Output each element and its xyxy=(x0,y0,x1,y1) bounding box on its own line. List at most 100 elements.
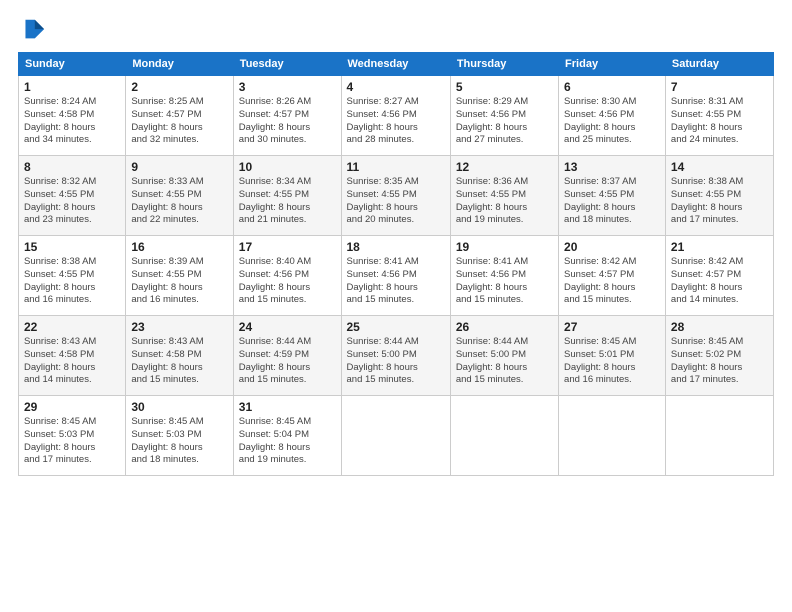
day-info: Sunrise: 8:45 AMSunset: 5:03 PMDaylight:… xyxy=(131,416,227,467)
calendar-week-1: 1 Sunrise: 8:24 AMSunset: 4:58 PMDaylight… xyxy=(19,76,774,156)
day-info: Sunrise: 8:25 AMSunset: 4:57 PMDaylight:… xyxy=(131,96,227,147)
day-number: 17 xyxy=(239,240,336,254)
calendar-body: 1 Sunrise: 8:24 AMSunset: 4:58 PMDaylight… xyxy=(19,76,774,476)
day-info: Sunrise: 8:45 AMSunset: 5:01 PMDaylight:… xyxy=(564,336,660,387)
day-info: Sunrise: 8:35 AMSunset: 4:55 PMDaylight:… xyxy=(347,176,445,227)
calendar-cell: 26Sunrise: 8:44 AMSunset: 5:00 PMDayligh… xyxy=(450,316,558,396)
day-number: 5 xyxy=(456,80,553,94)
calendar-cell: 9 Sunrise: 8:33 AMSunset: 4:55 PMDaylight… xyxy=(126,156,233,236)
day-number: 3 xyxy=(239,80,336,94)
logo xyxy=(18,16,50,44)
calendar-cell: 16 Sunrise: 8:39 AMSunset: 4:55 PMDayligh… xyxy=(126,236,233,316)
day-info: Sunrise: 8:45 AMSunset: 5:02 PMDaylight:… xyxy=(671,336,768,387)
day-info: Sunrise: 8:39 AMSunset: 4:55 PMDaylight:… xyxy=(131,256,227,307)
calendar-cell: 29 Sunrise: 8:45 AMSunset: 5:03 PMDayligh… xyxy=(19,396,126,476)
calendar-cell xyxy=(450,396,558,476)
calendar-cell: 7 Sunrise: 8:31 AMSunset: 4:55 PMDaylight… xyxy=(665,76,773,156)
day-number: 20 xyxy=(564,240,660,254)
day-number: 24 xyxy=(239,320,336,334)
calendar-cell: 24Sunrise: 8:44 AMSunset: 4:59 PMDayligh… xyxy=(233,316,341,396)
calendar-cell: 23 Sunrise: 8:43 AMSunset: 4:58 PMDayligh… xyxy=(126,316,233,396)
calendar-table: SundayMondayTuesdayWednesdayThursdayFrid… xyxy=(18,52,774,476)
dow-header-saturday: Saturday xyxy=(665,53,773,76)
day-info: Sunrise: 8:26 AMSunset: 4:57 PMDaylight:… xyxy=(239,96,336,147)
logo-icon xyxy=(18,16,46,44)
day-info: Sunrise: 8:36 AMSunset: 4:55 PMDaylight:… xyxy=(456,176,553,227)
day-info: Sunrise: 8:45 AMSunset: 5:03 PMDaylight:… xyxy=(24,416,120,467)
calendar-cell: 27 Sunrise: 8:45 AMSunset: 5:01 PMDayligh… xyxy=(559,316,666,396)
calendar-cell: 30Sunrise: 8:45 AMSunset: 5:03 PMDayligh… xyxy=(126,396,233,476)
day-number: 25 xyxy=(347,320,445,334)
calendar-cell xyxy=(559,396,666,476)
calendar-cell: 31 Sunrise: 8:45 AMSunset: 5:04 PMDayligh… xyxy=(233,396,341,476)
dow-header-wednesday: Wednesday xyxy=(341,53,450,76)
calendar-cell: 28 Sunrise: 8:45 AMSunset: 5:02 PMDayligh… xyxy=(665,316,773,396)
dow-header-tuesday: Tuesday xyxy=(233,53,341,76)
calendar-cell: 17Sunrise: 8:40 AMSunset: 4:56 PMDayligh… xyxy=(233,236,341,316)
dow-header-thursday: Thursday xyxy=(450,53,558,76)
day-info: Sunrise: 8:37 AMSunset: 4:55 PMDaylight:… xyxy=(564,176,660,227)
calendar-cell: 20Sunrise: 8:42 AMSunset: 4:57 PMDayligh… xyxy=(559,236,666,316)
day-info: Sunrise: 8:24 AMSunset: 4:58 PMDaylight:… xyxy=(24,96,120,147)
calendar-cell xyxy=(665,396,773,476)
day-info: Sunrise: 8:41 AMSunset: 4:56 PMDaylight:… xyxy=(456,256,553,307)
calendar-cell: 19 Sunrise: 8:41 AMSunset: 4:56 PMDayligh… xyxy=(450,236,558,316)
dow-header-monday: Monday xyxy=(126,53,233,76)
day-number: 9 xyxy=(131,160,227,174)
day-number: 29 xyxy=(24,400,120,414)
calendar-cell: 5 Sunrise: 8:29 AMSunset: 4:56 PMDaylight… xyxy=(450,76,558,156)
calendar-week-3: 15Sunrise: 8:38 AMSunset: 4:55 PMDayligh… xyxy=(19,236,774,316)
day-number: 16 xyxy=(131,240,227,254)
day-number: 19 xyxy=(456,240,553,254)
calendar-cell: 21 Sunrise: 8:42 AMSunset: 4:57 PMDayligh… xyxy=(665,236,773,316)
day-number: 28 xyxy=(671,320,768,334)
day-number: 15 xyxy=(24,240,120,254)
day-number: 14 xyxy=(671,160,768,174)
calendar-week-2: 8 Sunrise: 8:32 AMSunset: 4:55 PMDaylight… xyxy=(19,156,774,236)
calendar-cell: 15Sunrise: 8:38 AMSunset: 4:55 PMDayligh… xyxy=(19,236,126,316)
day-number: 21 xyxy=(671,240,768,254)
calendar-cell: 12Sunrise: 8:36 AMSunset: 4:55 PMDayligh… xyxy=(450,156,558,236)
day-info: Sunrise: 8:32 AMSunset: 4:55 PMDaylight:… xyxy=(24,176,120,227)
day-info: Sunrise: 8:41 AMSunset: 4:56 PMDaylight:… xyxy=(347,256,445,307)
day-info: Sunrise: 8:29 AMSunset: 4:56 PMDaylight:… xyxy=(456,96,553,147)
day-number: 4 xyxy=(347,80,445,94)
day-number: 7 xyxy=(671,80,768,94)
days-of-week-row: SundayMondayTuesdayWednesdayThursdayFrid… xyxy=(19,53,774,76)
calendar-cell: 13 Sunrise: 8:37 AMSunset: 4:55 PMDayligh… xyxy=(559,156,666,236)
calendar-cell: 25 Sunrise: 8:44 AMSunset: 5:00 PMDayligh… xyxy=(341,316,450,396)
calendar-cell: 11 Sunrise: 8:35 AMSunset: 4:55 PMDayligh… xyxy=(341,156,450,236)
calendar-cell: 4 Sunrise: 8:27 AMSunset: 4:56 PMDaylight… xyxy=(341,76,450,156)
day-number: 18 xyxy=(347,240,445,254)
calendar-week-5: 29 Sunrise: 8:45 AMSunset: 5:03 PMDayligh… xyxy=(19,396,774,476)
day-info: Sunrise: 8:44 AMSunset: 5:00 PMDaylight:… xyxy=(347,336,445,387)
calendar-cell: 3 Sunrise: 8:26 AMSunset: 4:57 PMDaylight… xyxy=(233,76,341,156)
day-number: 13 xyxy=(564,160,660,174)
day-info: Sunrise: 8:31 AMSunset: 4:55 PMDaylight:… xyxy=(671,96,768,147)
calendar-week-4: 22Sunrise: 8:43 AMSunset: 4:58 PMDayligh… xyxy=(19,316,774,396)
day-info: Sunrise: 8:27 AMSunset: 4:56 PMDaylight:… xyxy=(347,96,445,147)
day-number: 26 xyxy=(456,320,553,334)
day-info: Sunrise: 8:42 AMSunset: 4:57 PMDaylight:… xyxy=(671,256,768,307)
calendar-cell: 8 Sunrise: 8:32 AMSunset: 4:55 PMDaylight… xyxy=(19,156,126,236)
day-number: 11 xyxy=(347,160,445,174)
calendar-cell: 1 Sunrise: 8:24 AMSunset: 4:58 PMDaylight… xyxy=(19,76,126,156)
day-info: Sunrise: 8:30 AMSunset: 4:56 PMDaylight:… xyxy=(564,96,660,147)
calendar-cell: 22Sunrise: 8:43 AMSunset: 4:58 PMDayligh… xyxy=(19,316,126,396)
page: SundayMondayTuesdayWednesdayThursdayFrid… xyxy=(0,0,792,612)
day-number: 8 xyxy=(24,160,120,174)
header xyxy=(18,16,774,44)
day-number: 31 xyxy=(239,400,336,414)
day-number: 27 xyxy=(564,320,660,334)
day-info: Sunrise: 8:33 AMSunset: 4:55 PMDaylight:… xyxy=(131,176,227,227)
day-number: 23 xyxy=(131,320,227,334)
day-info: Sunrise: 8:43 AMSunset: 4:58 PMDaylight:… xyxy=(131,336,227,387)
day-number: 1 xyxy=(24,80,120,94)
day-info: Sunrise: 8:43 AMSunset: 4:58 PMDaylight:… xyxy=(24,336,120,387)
day-info: Sunrise: 8:45 AMSunset: 5:04 PMDaylight:… xyxy=(239,416,336,467)
calendar-cell: 10Sunrise: 8:34 AMSunset: 4:55 PMDayligh… xyxy=(233,156,341,236)
day-number: 10 xyxy=(239,160,336,174)
day-number: 6 xyxy=(564,80,660,94)
calendar-cell: 2Sunrise: 8:25 AMSunset: 4:57 PMDaylight… xyxy=(126,76,233,156)
calendar-cell: 14Sunrise: 8:38 AMSunset: 4:55 PMDayligh… xyxy=(665,156,773,236)
